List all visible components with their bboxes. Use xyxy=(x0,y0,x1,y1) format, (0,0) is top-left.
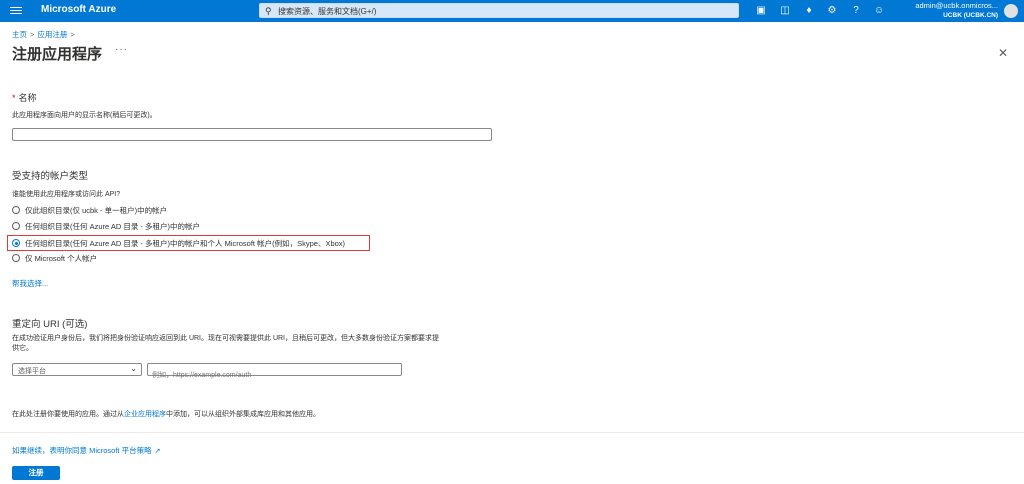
account-types-question: 谁能使用此应用程序或访问此 API? xyxy=(12,191,121,198)
help-me-choose-link[interactable]: 帮我选择... xyxy=(12,278,48,289)
hamburger-menu-icon[interactable] xyxy=(10,5,22,17)
name-label: * 名称 xyxy=(12,91,37,104)
notifications-icon[interactable]: ♦ xyxy=(802,4,816,18)
radio-button[interactable] xyxy=(12,222,20,230)
enterprise-apps-link[interactable]: 企业应用程序 xyxy=(124,411,166,418)
radio-button-selected[interactable] xyxy=(12,239,20,247)
breadcrumb-separator: > xyxy=(30,30,35,39)
footer-note-after: 中添加，可以从组织外部集成库应用和其他应用。 xyxy=(166,411,320,418)
more-options-icon[interactable]: ··· xyxy=(115,44,128,55)
radio-label: 仅 Microsoft 个人帐户 xyxy=(25,253,98,263)
chevron-down-icon: ⌄ xyxy=(130,364,137,373)
platform-policy-text: 如果继续，表明你同意 Microsoft 平台策略 xyxy=(12,446,152,455)
radio-multi-tenant-personal[interactable]: 任何组织目录(任何 Azure AD 目录 - 多租户)中的帐户和个人 Micr… xyxy=(12,237,345,249)
account-types-heading: 受支持的帐户类型 xyxy=(12,171,89,182)
account-info[interactable]: admin@ucbk.onmicros... UCBK (UCBK.CN) xyxy=(915,1,998,21)
account-name: admin@ucbk.onmicros... xyxy=(915,1,998,10)
radio-personal-only[interactable]: 仅 Microsoft 个人帐户 xyxy=(12,252,97,264)
radio-label: 任何组织目录(任何 Azure AD 目录 - 多租户)中的帐户 xyxy=(25,221,201,231)
name-input[interactable] xyxy=(12,128,492,141)
breadcrumb-home[interactable]: 主页 xyxy=(12,30,27,39)
directory-filter-icon[interactable]: ◫ xyxy=(778,4,792,18)
radio-label: 任何组织目录(任何 Azure AD 目录 - 多租户)中的帐户和个人 Micr… xyxy=(25,238,346,248)
platform-policy-link[interactable]: 如果继续，表明你同意 Microsoft 平台策略 ↗ xyxy=(12,445,160,456)
account-tenant: UCBK (UCBK.CN) xyxy=(943,12,998,19)
name-help-text: 此应用程序面向用户的显示名称(稍后可更改)。 xyxy=(12,112,157,119)
page-title: 注册应用程序 xyxy=(12,46,103,63)
footer-note-before: 在此处注册你要使用的应用。通过从 xyxy=(12,411,124,418)
feedback-icon[interactable]: ☺ xyxy=(872,4,886,18)
required-asterisk: * xyxy=(12,93,16,103)
radio-multi-tenant[interactable]: 任何组织目录(任何 Azure AD 目录 - 多租户)中的帐户 xyxy=(12,220,200,232)
radio-single-tenant[interactable]: 仅此组织目录(仅 ucbk - 单一租户)中的帐户 xyxy=(12,204,167,216)
radio-button[interactable] xyxy=(12,206,20,214)
search-placeholder: 搜索资源、服务和文档(G+/) xyxy=(278,7,377,16)
top-navigation-bar: Microsoft Azure ⚲ 搜索资源、服务和文档(G+/) ▣ ◫ ♦ … xyxy=(0,0,1024,22)
redirect-uri-description: 在成功验证用户身份后，我们将把身份验证响应返回到此 URI。现在可视需要提供此 … xyxy=(12,334,502,354)
platform-select-value: 选择平台 xyxy=(18,368,46,375)
redirect-uri-input[interactable] xyxy=(148,370,397,381)
breadcrumb: 主页 > 应用注册 > xyxy=(12,29,78,40)
redirect-desc-line-2: 供它。 xyxy=(12,345,33,352)
divider xyxy=(0,432,1024,433)
redirect-desc-line-1: 在成功验证用户身份后，我们将把身份验证响应返回到此 URI。现在可视需要提供此 … xyxy=(12,335,439,342)
radio-button[interactable] xyxy=(12,254,20,262)
name-label-text: 名称 xyxy=(18,93,37,103)
avatar[interactable] xyxy=(1004,4,1018,18)
register-button[interactable]: 注册 xyxy=(12,466,60,480)
radio-label: 仅此组织目录(仅 ucbk - 单一租户)中的帐户 xyxy=(25,205,168,215)
redirect-uri-heading: 重定向 URI (可选) xyxy=(12,319,88,330)
brand-title[interactable]: Microsoft Azure xyxy=(41,4,116,15)
settings-icon[interactable]: ⚙ xyxy=(825,4,839,18)
footer-note: 在此处注册你要使用的应用。通过从企业应用程序中添加，可以从组织外部集成库应用和其… xyxy=(12,409,320,419)
cloud-shell-icon[interactable]: ▣ xyxy=(754,4,768,18)
help-icon[interactable]: ? xyxy=(849,4,863,18)
platform-select[interactable]: 选择平台 ⌄ xyxy=(12,363,142,376)
breadcrumb-separator: > xyxy=(70,30,75,39)
close-icon[interactable]: ✕ xyxy=(998,46,1008,60)
breadcrumb-app-registrations[interactable]: 应用注册 xyxy=(37,30,67,39)
external-link-icon: ↗ xyxy=(154,448,161,455)
redirect-uri-field[interactable] xyxy=(147,363,402,381)
search-icon: ⚲ xyxy=(265,6,272,16)
search-box[interactable]: ⚲ 搜索资源、服务和文档(G+/) xyxy=(259,3,739,18)
